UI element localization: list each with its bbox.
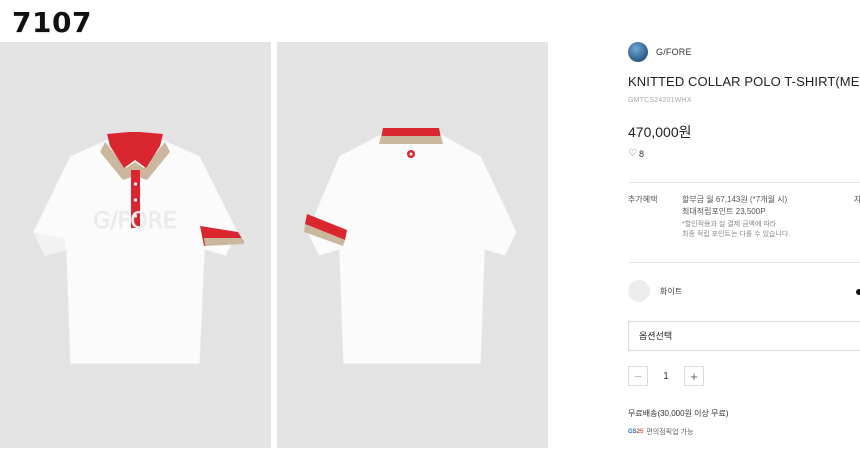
divider [628, 182, 860, 183]
gs25-icon-right: 25 [636, 429, 644, 435]
gs25-icon-left: GS [628, 429, 637, 435]
product-code: GMTCS24201WHX [628, 97, 692, 104]
points-note-line2: 최종 적립 포인트는 다를 수 있습니다. [682, 231, 791, 238]
benefit-more-link[interactable]: 자 [854, 194, 860, 205]
color-name: 화이트 [660, 286, 683, 296]
like-count[interactable]: ♡ 8 [628, 148, 860, 159]
product-title: KNITTED COLLAR POLO T-SHIRT(MEN) [628, 74, 860, 89]
shipping-info: 무료배송(30,000원 이상 무료) [628, 409, 729, 418]
pickup-text: 편의점픽업 가능 [646, 429, 694, 436]
installment-info: 할부금 월 67,143원 (*7개월 시) [682, 195, 788, 204]
brand-logo-icon[interactable] [628, 42, 648, 62]
pickup-info: GS25 편의점픽업 가능 [628, 427, 693, 437]
points-info: 최대적립포인트 23,500P [682, 207, 766, 216]
pagination-dot[interactable] [856, 289, 860, 295]
product-image-front[interactable]: G/FORE [0, 42, 271, 448]
quantity-value[interactable]: 1 [648, 371, 684, 382]
divider [628, 262, 860, 263]
brand-row[interactable]: G/FORE [628, 40, 860, 64]
product-info-panel: G/FORE KNITTED COLLAR POLO T-SHIRT(MEN) … [628, 40, 860, 457]
heart-icon[interactable]: ♡ [628, 148, 637, 159]
product-price: 470,000원 [628, 124, 692, 140]
quantity-stepper: − 1 + [628, 366, 704, 386]
product-image-back[interactable] [277, 42, 548, 448]
quantity-decrease-button[interactable]: − [628, 366, 648, 386]
like-count-value: 8 [638, 148, 644, 159]
color-option-white[interactable]: 화이트 [628, 280, 682, 302]
color-swatch[interactable] [628, 280, 650, 302]
option-select[interactable]: 옵션선택 [628, 321, 860, 351]
brand-name[interactable]: G/FORE [656, 47, 692, 57]
svg-text:G/FORE: G/FORE [93, 209, 177, 234]
gs25-icon: GS25 [628, 429, 643, 435]
benefit-label: 추가혜택 [628, 195, 658, 204]
quantity-increase-button[interactable]: + [684, 366, 704, 386]
image-number-label: 7107 [12, 6, 92, 39]
points-note-line1: *할인적용과 실 결제 금액에 따라 [682, 221, 777, 228]
